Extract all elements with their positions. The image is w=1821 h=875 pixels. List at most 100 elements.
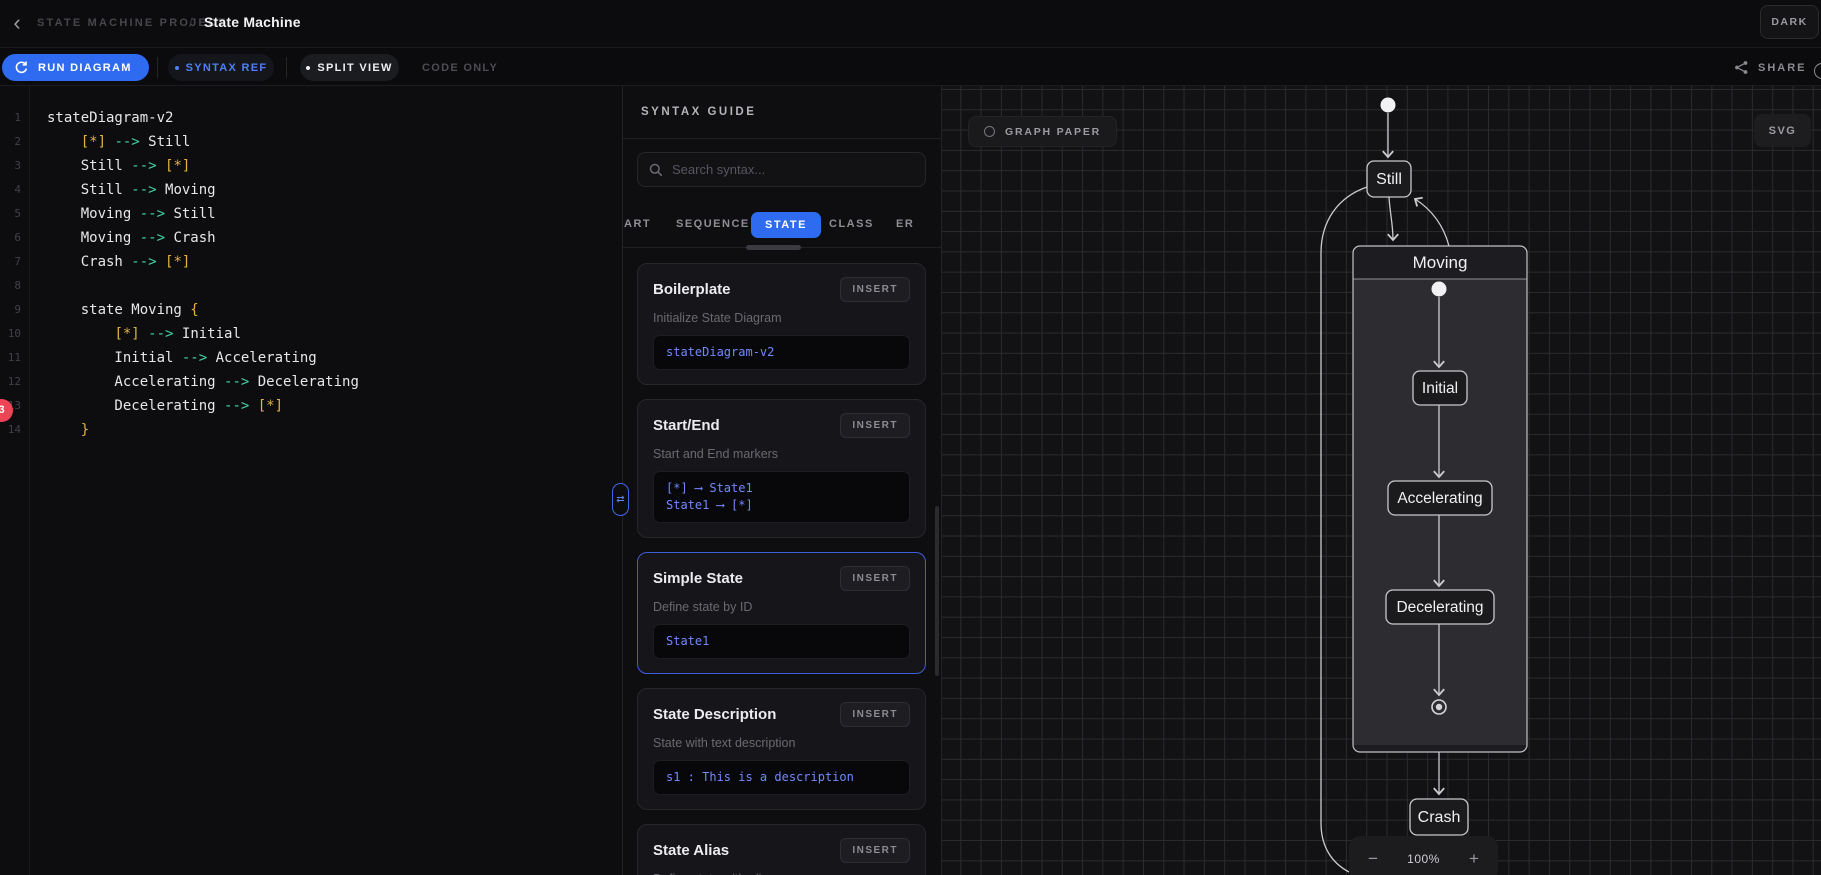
insert-button[interactable]: INSERT (840, 277, 910, 302)
code-line[interactable]: state Moving { (47, 298, 622, 322)
code-line[interactable]: Still --> [*] (47, 154, 622, 178)
syntax-search[interactable] (637, 152, 926, 187)
insert-button[interactable]: INSERT (840, 838, 910, 863)
card-description: Define state by ID (653, 600, 910, 614)
code-line[interactable]: Still --> Moving (47, 178, 622, 202)
code-line[interactable]: Moving --> Still (47, 202, 622, 226)
diagram-canvas[interactable]: MovingStillInitialAcceleratingDecelerati… (941, 86, 1821, 875)
bullet-icon (175, 66, 179, 70)
svg-text:Crash: Crash (1418, 809, 1461, 826)
code-lines[interactable]: stateDiagram-v2 [*] --> Still Still --> … (47, 86, 622, 442)
line-number-gutter: 1234567891011121314 (0, 86, 30, 875)
syntax-card[interactable]: Simple State INSERT Define state by ID Stat… (637, 552, 926, 674)
share-icon (1734, 60, 1749, 75)
zoom-in-button[interactable]: + (1469, 850, 1479, 867)
code-only-toggle[interactable]: CODE ONLY (422, 54, 498, 81)
search-input[interactable] (672, 162, 914, 177)
code-editor[interactable]: 1234567891011121314 stateDiagram-v2 [*] … (0, 86, 622, 875)
card-title: Boilerplate (653, 281, 731, 298)
code-line[interactable]: Decelerating --> [*] (47, 394, 622, 418)
zoom-out-button[interactable]: − (1368, 850, 1378, 867)
syntax-card[interactable]: State Description INSERT State with text d… (637, 688, 926, 810)
header-bar: ‹ STATE MACHINE PROJECT / State Machine … (0, 0, 1821, 48)
code-line[interactable]: Accelerating --> Decelerating (47, 370, 622, 394)
syntax-card[interactable]: Boilerplate INSERT Initialize State Diagra… (637, 263, 926, 385)
svg-text:Decelerating: Decelerating (1396, 599, 1483, 616)
card-title: Simple State (653, 570, 743, 587)
app-window: ‹ STATE MACHINE PROJECT / State Machine … (0, 0, 1821, 875)
line-number: 12 (0, 370, 29, 394)
toolbar: RUN DIAGRAM SYNTAX REF SPLIT VIEW CODE O… (0, 49, 1821, 86)
tab-state[interactable]: STATE (751, 212, 821, 238)
syntax-ref-toggle[interactable]: SYNTAX REF (168, 54, 274, 81)
tab-sequence[interactable]: SEQUENCE (676, 218, 750, 230)
run-diagram-button[interactable]: RUN DIAGRAM (2, 54, 149, 81)
line-number: 5 (0, 202, 29, 226)
split-view-toggle[interactable]: SPLIT VIEW (300, 54, 399, 81)
card-description: State with text description (653, 736, 910, 750)
breadcrumb-project[interactable]: STATE MACHINE PROJECT (37, 17, 227, 29)
toolbar-divider (286, 57, 287, 78)
tab-class[interactable]: CLASS (829, 218, 874, 230)
toolbar-divider (157, 57, 158, 78)
syntax-card[interactable]: State AliasINSERTDefine state with alias… (637, 824, 926, 875)
code-line[interactable]: Crash --> [*] (47, 250, 622, 274)
radio-circle-icon (984, 126, 995, 137)
line-number: 10 (0, 322, 29, 346)
insert-button[interactable]: INSERT (840, 702, 910, 727)
code-line[interactable]: Initial --> Accelerating (47, 346, 622, 370)
card-description: Start and End markers (653, 447, 910, 461)
code-line[interactable] (47, 274, 622, 298)
syntax-tabs: ART SEQUENCESTATE CLASS ER (623, 204, 941, 248)
syntax-guide-panel: SYNTAX GUIDE ART SEQUENCESTATE CLASS ER Boi… (622, 86, 941, 875)
run-diagram-label: RUN DIAGRAM (38, 62, 132, 74)
zoom-level: 100% (1407, 852, 1440, 866)
code-line[interactable]: [*] --> Still (47, 130, 622, 154)
share-label: SHARE (1758, 62, 1807, 74)
line-number: 8 (0, 274, 29, 298)
split-view-label: SPLIT VIEW (317, 62, 392, 74)
card-code-snippet[interactable]: State1 (653, 624, 910, 659)
page-title: State Machine (204, 14, 301, 30)
breadcrumb-separator: / (189, 15, 193, 30)
panel-resize-handle[interactable]: ⇄ (612, 483, 629, 516)
code-line[interactable]: } (47, 418, 622, 442)
code-line[interactable]: [*] --> Initial (47, 322, 622, 346)
tab-art[interactable]: ART (624, 218, 651, 230)
syntax-cards-list: Boilerplate INSERT Initialize State Diagra… (623, 250, 941, 875)
line-number: 2 (0, 130, 29, 154)
insert-button[interactable]: INSERT (840, 566, 910, 591)
line-number: 7 (0, 250, 29, 274)
card-code-snippet[interactable]: [*] ⟶ State1 State1 ⟶ [*] (653, 471, 910, 523)
card-title: Start/End (653, 417, 720, 434)
syntax-ref-label: SYNTAX REF (186, 62, 268, 74)
refresh-icon (14, 60, 29, 75)
line-number: 9 (0, 298, 29, 322)
line-number: 3 (0, 154, 29, 178)
svg-export-button[interactable]: SVG (1754, 114, 1811, 147)
line-number: 1 (0, 106, 29, 130)
code-line[interactable]: stateDiagram-v2 (47, 106, 622, 130)
card-code-snippet[interactable]: stateDiagram-v2 (653, 335, 910, 370)
card-title: State Description (653, 706, 776, 723)
bullet-icon (306, 66, 310, 70)
insert-button[interactable]: INSERT (840, 413, 910, 438)
search-icon (649, 163, 663, 177)
panel-scrollbar[interactable] (935, 506, 939, 676)
card-description: Initialize State Diagram (653, 311, 910, 325)
code-line[interactable]: Moving --> Crash (47, 226, 622, 250)
svg-text:Still: Still (1376, 171, 1402, 188)
card-code-snippet[interactable]: s1 : This is a description (653, 760, 910, 795)
tab-er[interactable]: ER (896, 218, 914, 230)
graph-paper-toggle[interactable]: GRAPH PAPER (968, 116, 1117, 147)
tabs-scroll-thumb[interactable] (746, 245, 801, 250)
share-button[interactable]: SHARE (1734, 54, 1807, 81)
line-number: 6 (0, 226, 29, 250)
theme-toggle-button[interactable]: DARK (1760, 5, 1819, 39)
back-button[interactable]: ‹ (4, 11, 30, 37)
line-number: 11 (0, 346, 29, 370)
graph-paper-label: GRAPH PAPER (1005, 126, 1101, 138)
history-icon[interactable] (1814, 63, 1821, 79)
syntax-guide-title: SYNTAX GUIDE (623, 86, 941, 139)
syntax-card[interactable]: Start/End INSERT Start and End markers [*] … (637, 399, 926, 538)
